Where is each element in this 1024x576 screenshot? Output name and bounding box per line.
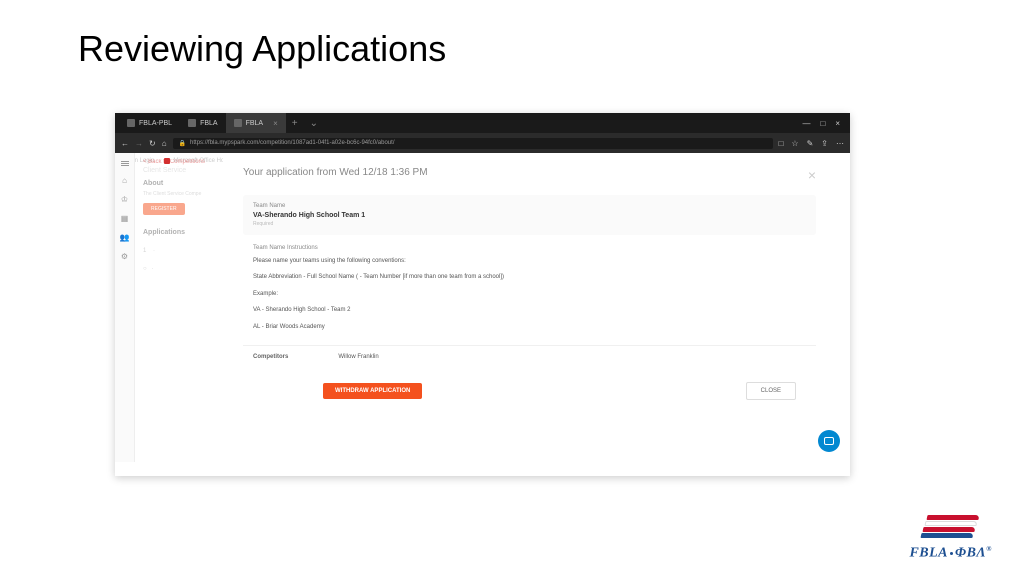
applications-heading: Applications [143,229,215,236]
icon-sidebar: ⌂ ♔ ▦ 👥 ⚙ [115,153,135,462]
share-icon[interactable]: ⇪ [821,139,828,148]
trophy-icon[interactable]: ♔ [121,195,128,204]
team-name-label: Team Name [253,203,806,209]
tab-fbla-2[interactable]: FBLA × [226,113,286,133]
about-text: The Client Service Compe [143,191,215,197]
refresh-icon[interactable]: ↻ [149,139,156,148]
users-icon[interactable]: 👥 [120,233,130,242]
tab-label: FBLA [200,120,218,127]
about-heading: About [143,180,215,187]
url-bar: ← → ↻ ⌂ 🔒 https://fbla.mypspark.com/comp… [115,133,850,153]
chat-widget-icon[interactable] [818,430,840,452]
tab-fbla-1[interactable]: FBLA [180,113,226,133]
modal-title: Your application from Wed 12/18 1:36 PM [243,167,428,178]
tab-favicon-icon [234,119,242,127]
settings-icon[interactable]: ⚙ [121,252,128,261]
home-icon[interactable]: ⌂ [162,139,167,148]
close-window-icon[interactable]: × [835,119,840,128]
tab-overflow-icon[interactable]: ⌄ [304,118,324,129]
tab-bar: FBLA-PBL FBLA FBLA × + ⌄ — □ × [115,113,850,133]
logo-text: FBLAΦΒΛ® [909,545,992,562]
grid-icon[interactable]: ▦ [121,214,129,223]
app-row-1[interactable]: 1 · [143,248,215,254]
team-name-value: VA-Sherando High School Team 1 [253,212,806,219]
more-icon[interactable]: ⋯ [836,139,844,148]
withdraw-button[interactable]: WITHDRAW APPLICATION [323,383,422,399]
lock-icon: 🔒 [179,140,186,147]
home-nav-icon[interactable]: ⌂ [122,176,127,185]
instr-line-4: VA - Sherando High School - Team 2 [253,306,806,314]
new-tab-button[interactable]: + [286,118,304,129]
tab-label: FBLA-PBL [139,120,172,127]
instr-line-1: Please name your teams using the followi… [253,257,806,265]
address-bar[interactable]: 🔒 https://fbla.mypspark.com/competition/… [173,138,773,149]
back-link[interactable]: < Back to Competitions [143,159,215,165]
competitors-row: Competitors Willow Franklin [243,345,816,368]
required-text: Required [253,221,806,227]
browser-chrome: FBLA-PBL FBLA FBLA × + ⌄ — □ × ← → ↻ ⌂ [115,113,850,153]
close-tab-icon[interactable]: × [273,119,278,128]
app-row-2[interactable]: ○ · [143,266,215,272]
register-button[interactable]: REGISTER [143,203,185,215]
instr-line-5: AL - Briar Woods Academy [253,323,806,331]
modal-overlay: Your application from Wed 12/18 1:36 PM … [223,153,850,462]
team-name-section: Team Name VA-Sherando High School Team 1… [243,195,816,235]
back-icon[interactable]: ← [121,139,129,148]
slide-title: Reviewing Applications [0,0,1024,70]
crumb: Client Service [143,167,215,174]
fbla-logo: FBLAΦΒΛ® [909,515,992,562]
modal-close-icon[interactable]: × [808,167,816,183]
window-controls: — □ × [802,119,846,128]
competitors-label: Competitors [253,354,288,360]
favorite-icon[interactable]: ☆ [791,139,798,148]
maximize-icon[interactable]: □ [820,119,825,128]
competitor-name: Willow Franklin [338,354,378,360]
tab-label: FBLA [246,120,264,127]
menu-icon[interactable] [121,161,129,166]
tab-fbla-pbl[interactable]: FBLA-PBL [119,113,180,133]
reading-icon[interactable]: □ [779,139,784,148]
instructions-section: Team Name Instructions Please name your … [243,243,816,341]
notes-icon[interactable]: ✎ [807,139,814,148]
instructions-label: Team Name Instructions [253,245,806,251]
instr-line-2: State Abbreviation - Full School Name ( … [253,273,806,281]
minimize-icon[interactable]: — [802,119,810,128]
forward-icon[interactable]: → [135,139,143,148]
page-content: ⌂ ♔ ▦ 👥 ⚙ < Back to Competitions Client … [115,153,850,462]
browser-window: FBLA-PBL FBLA FBLA × + ⌄ — □ × ← → ↻ ⌂ [115,113,850,476]
tab-favicon-icon [127,119,135,127]
instr-line-3: Example: [253,290,806,298]
left-panel: < Back to Competitions Client Service Ab… [135,153,223,462]
close-button[interactable]: CLOSE [746,382,796,400]
flag-icon [921,515,981,543]
application-modal: Your application from Wed 12/18 1:36 PM … [223,157,836,462]
url-text: https://fbla.mypspark.com/competition/10… [190,140,394,146]
tab-favicon-icon [188,119,196,127]
